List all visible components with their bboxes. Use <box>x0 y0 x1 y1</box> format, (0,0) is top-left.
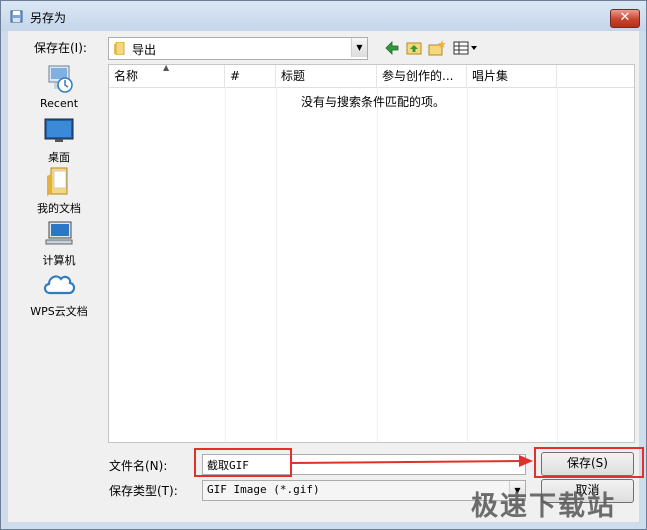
place-wps-cloud[interactable]: WPS云文档 <box>17 269 101 318</box>
recent-icon <box>48 65 73 93</box>
column-divider <box>467 87 468 442</box>
view-menu-icon[interactable] <box>452 38 480 58</box>
chevron-down-icon[interactable]: ▼ <box>351 38 367 57</box>
sort-arrow-icon: ▲ <box>163 63 170 72</box>
cloud-icon <box>43 275 76 295</box>
place-label: 桌面 <box>48 151 70 164</box>
back-icon[interactable] <box>383 38 401 58</box>
title-bar[interactable]: 另存为 ✕ <box>1 1 646 31</box>
close-button[interactable]: ✕ <box>610 9 640 28</box>
empty-message: 没有与搜索条件匹配的项。 <box>301 95 446 109</box>
column-divider <box>225 87 226 442</box>
save-as-dialog: 另存为 ✕ 保存在(I): 导出 ▼ Recent 桌面 我的文档 计算机 WP… <box>0 0 647 530</box>
save-icon <box>10 10 23 23</box>
filetype-value: GIF Image (*.gif) <box>207 483 320 496</box>
save-highlight-box <box>534 447 644 478</box>
list-header: 名称 ▲ # 标题 参与创作的... 唱片集 <box>109 63 634 88</box>
folder-icon <box>114 42 125 55</box>
column-header-album[interactable]: 唱片集 <box>467 65 557 87</box>
computer-icon <box>45 221 73 245</box>
column-header-artists[interactable]: 参与创作的... <box>377 65 467 87</box>
file-list[interactable]: 名称 ▲ # 标题 参与创作的... 唱片集 没有与搜索条件匹配的项。 <box>108 63 635 443</box>
column-divider <box>557 87 558 442</box>
save-in-combo[interactable]: 导出 ▼ <box>108 37 368 60</box>
desktop-icon <box>44 118 74 142</box>
place-label: 计算机 <box>42 254 76 267</box>
filename-highlight-box <box>194 448 292 477</box>
up-folder-icon[interactable] <box>405 38 423 58</box>
new-folder-icon[interactable] <box>427 38 447 58</box>
column-header-name[interactable]: 名称 ▲ <box>109 63 225 87</box>
place-label: 我的文档 <box>37 202 81 215</box>
filetype-label: 保存类型(T): <box>109 484 178 498</box>
column-header-title[interactable]: 标题 <box>276 65 377 87</box>
filename-label: 文件名(N): <box>109 459 168 473</box>
place-computer[interactable]: 计算机 <box>17 218 101 267</box>
save-in-value: 导出 <box>132 43 157 57</box>
watermark: 极速下载站 <box>471 491 616 522</box>
dialog-title: 另存为 <box>30 11 67 25</box>
column-divider <box>276 87 277 442</box>
place-recent[interactable]: Recent <box>17 63 101 111</box>
place-label: Recent <box>39 97 79 110</box>
arrow-annotation <box>290 455 533 467</box>
column-header-number[interactable]: # <box>225 65 276 87</box>
place-desktop[interactable]: 桌面 <box>17 117 101 165</box>
column-divider <box>377 87 378 442</box>
place-label: WPS云文档 <box>30 305 88 318</box>
save-in-label: 保存在(I): <box>34 41 87 55</box>
place-documents[interactable]: 我的文档 <box>17 166 101 215</box>
documents-icon <box>47 167 68 196</box>
